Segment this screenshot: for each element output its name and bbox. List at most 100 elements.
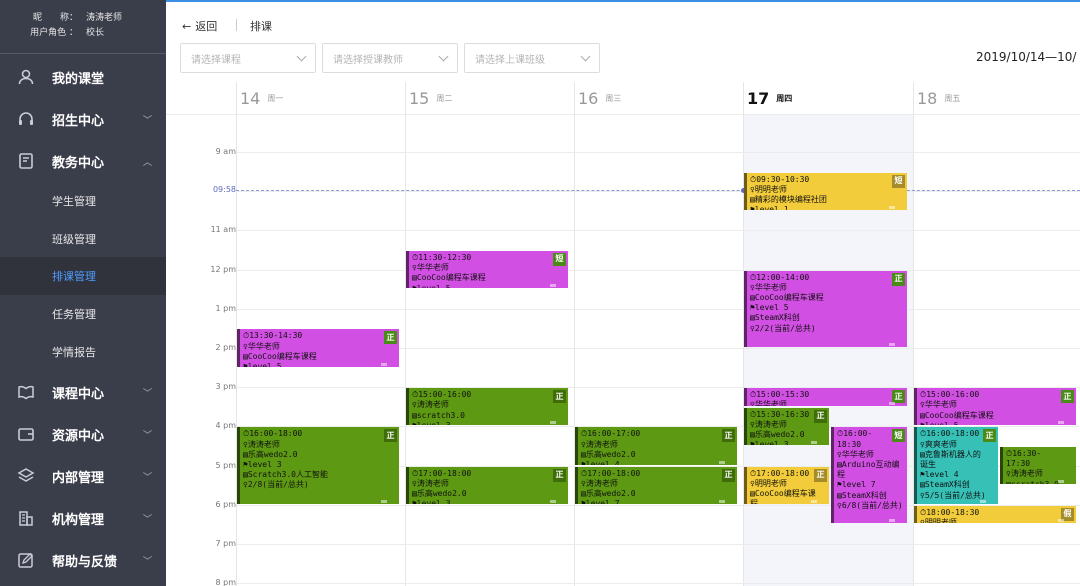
event-line: ▤乐高wedo2.0: [243, 449, 298, 459]
nav-label: 我的课堂: [52, 71, 105, 87]
day-header[interactable]: 15 周二: [405, 82, 452, 114]
schedule-event[interactable]: ⏱17:00-18:00 ♀涛涛老师 ▤乐高wedo2.0 ⚑level 3 正: [406, 466, 568, 504]
event-line: ♀华华老师: [243, 341, 280, 351]
event-line: ♀2/8(当前/总共): [243, 480, 309, 490]
day-header[interactable]: 18 周五: [913, 82, 960, 114]
resize-handle[interactable]: [811, 440, 817, 444]
resize-handle[interactable]: [1058, 421, 1064, 425]
schedule-event[interactable]: ⏱15:00-16:00 ♀华华老师 ▤CooCoo编程车课程 ⚑level 5 正: [914, 388, 1076, 426]
date-range[interactable]: 2019/10/14—10/: [976, 50, 1076, 64]
event-line: ▤Scratch3.0人工智能: [243, 470, 328, 480]
resize-handle[interactable]: [980, 499, 986, 503]
nav-internal[interactable]: 内部管理 ﹀: [0, 455, 166, 497]
nav-enrollment[interactable]: 招生中心 ﹀: [0, 98, 166, 140]
back-button[interactable]: ← 返回: [182, 18, 217, 34]
sub-nav-tasks[interactable]: 任务管理: [0, 295, 166, 333]
event-line: ⚑level 5: [750, 303, 789, 313]
hour-label: 12 pm: [210, 264, 236, 274]
nav-label: 资源中心: [52, 428, 105, 444]
open-book-icon: [0, 383, 52, 401]
resize-handle[interactable]: [550, 284, 556, 288]
schedule-event[interactable]: ⏱09:30-10:30 ♀明明老师 ▤精彩的模块编程社团 ⚑level 1 短: [744, 172, 907, 210]
resize-handle[interactable]: [889, 205, 895, 209]
teacher-select[interactable]: 请选择授课教师: [322, 43, 458, 73]
schedule-event[interactable]: ⏱15:00-16:00 ♀涛涛老师 ▤scratch3.0 ⚑level 3 正: [406, 388, 568, 426]
hour-gridline: [236, 269, 1080, 271]
event-type-badge: 短: [892, 429, 905, 443]
event-line: ⏱17:00-18:00: [412, 468, 472, 478]
resize-handle[interactable]: [811, 499, 817, 503]
resize-handle[interactable]: [550, 421, 556, 425]
schedule-event[interactable]: ⏱18:00-18:30 ♀明明老师假: [914, 505, 1076, 524]
nickname-label: 昵 称：: [32, 13, 78, 23]
event-type-badge: 短: [892, 174, 905, 188]
hour-gridline: [236, 544, 1080, 545]
hour-label: 4 pm: [215, 421, 236, 431]
hour-label: 7 pm: [215, 539, 236, 548]
nav-label: 机构管理: [52, 512, 105, 528]
chevron-down-icon: ﹀: [142, 472, 152, 483]
nav-courses[interactable]: 课程中心 ﹀: [0, 371, 166, 413]
day-header[interactable]: 14 周一: [236, 82, 283, 114]
nav-organization[interactable]: 机构管理 ﹀: [0, 497, 166, 539]
course-select-placeholder: 请选择课程: [191, 54, 241, 66]
resize-handle[interactable]: [381, 499, 387, 503]
resize-handle[interactable]: [889, 401, 895, 405]
chevron-down-icon: ﹀: [142, 514, 152, 525]
event-type-badge: 正: [722, 429, 735, 443]
event-line: ♀涛涛老师: [1006, 469, 1043, 479]
event-line: 程: [837, 470, 845, 480]
schedule-event[interactable]: ⏱15:30-16:30 ♀涛涛老师 ▤乐高wedo2.0 ⚑level 3正: [744, 407, 829, 445]
sub-nav-classes[interactable]: 班级管理: [0, 220, 166, 258]
event-line: ⚑level 3: [750, 440, 789, 445]
resize-handle[interactable]: [889, 342, 895, 346]
wallet-icon: [0, 425, 52, 443]
course-select[interactable]: 请选择课程: [180, 43, 316, 73]
schedule-event[interactable]: ⏱16:30- 17:30 ♀涛涛老师 ▤scratch3.0: [1000, 447, 1076, 485]
sub-nav-students[interactable]: 学生管理: [0, 182, 166, 220]
event-line: ⏱13:30-14:30: [243, 331, 303, 341]
schedule-event[interactable]: ⏱15:00-15:30 ♀华华老师正: [744, 388, 907, 406]
event-line: ⏱16:30-: [1006, 449, 1042, 458]
resize-handle[interactable]: [1058, 480, 1064, 484]
resize-handle[interactable]: [1058, 519, 1064, 523]
resize-handle[interactable]: [719, 460, 725, 464]
event-line: ⚑level 3: [412, 420, 451, 426]
schedule-event[interactable]: ⏱11:30-12:30 ♀华华老师 ▤CooCoo编程车课程 ⚑level 5 短: [406, 251, 568, 289]
weekday-label: 周一: [267, 93, 284, 103]
event-line: ⏱15:00-15:30: [750, 390, 810, 400]
event-type-badge: 正: [553, 468, 566, 482]
schedule-event[interactable]: ⏱16:00-18:00 ♀涛涛老师 ▤乐高wedo2.0 ⚑level 3 ▤Scra…: [237, 427, 399, 504]
sub-nav-reports[interactable]: 学情报告: [0, 333, 166, 371]
nav-my-classroom[interactable]: 我的课堂: [0, 56, 166, 98]
book-icon: [0, 152, 52, 170]
day-header[interactable]: 17 周四: [743, 82, 792, 114]
hour-label: 6 pm: [215, 499, 236, 509]
resize-handle[interactable]: [381, 362, 387, 366]
hour-label: 8 pm: [215, 578, 236, 586]
nav-help-feedback[interactable]: 帮助与反馈 ﹀: [0, 539, 166, 581]
resize-handle[interactable]: [550, 499, 556, 503]
sub-nav-scheduling[interactable]: 排课管理: [0, 257, 166, 295]
event-line: ▤精彩的模块编程社团: [750, 195, 827, 204]
schedule-event[interactable]: ⏱16:00- 18:30 ♀华华老师 ▤Arduino互动编程 ⚑level 7 ▤St…: [831, 427, 907, 524]
event-line: ⚑level 5: [920, 420, 959, 426]
event-type-badge: 正: [553, 390, 566, 404]
day-header[interactable]: 16 周三: [574, 82, 621, 114]
schedule-event[interactable]: ⏱16:00-18:00 ♀爽爽老师 ▤克鲁斯机器人的 诞生 ⚑level 4 ▤Stea…: [914, 427, 998, 504]
nav-academic[interactable]: 教务中心 ︿: [0, 140, 166, 182]
class-select[interactable]: 请选择上课班级: [464, 43, 600, 73]
schedule-event[interactable]: ⏱17:00-18:00 ♀明明老师 ▤CooCoo编程车课程正: [744, 466, 829, 504]
schedule-event[interactable]: ⏱12:00-14:00 ♀华华老师 ▤CooCoo编程车课程 ⚑level 5 ▤St…: [744, 270, 907, 347]
day-number: 18: [917, 88, 938, 108]
schedule-event[interactable]: ⏱16:00-17:00 ♀涛涛老师 ▤乐高wedo2.0 ⚑level 4 正: [575, 427, 737, 465]
resize-handle[interactable]: [719, 499, 725, 503]
hour-gridline: [236, 230, 1080, 232]
schedule-event[interactable]: ⏱13:30-14:30 ♀华华老师 ▤CooCoo编程车课程 ⚑level 5 正: [237, 329, 399, 367]
schedule-event[interactable]: ⏱17:00-18:00 ♀涛涛老师 ▤乐高wedo2.0 ⚑level 7 正: [575, 466, 737, 504]
breadcrumb: 排课: [250, 20, 272, 33]
event-line: ♀2/2(当前/总共): [750, 323, 816, 333]
resize-handle[interactable]: [889, 519, 895, 523]
class-select-placeholder: 请选择上课班级: [475, 54, 545, 66]
nav-resources[interactable]: 资源中心 ﹀: [0, 413, 166, 455]
